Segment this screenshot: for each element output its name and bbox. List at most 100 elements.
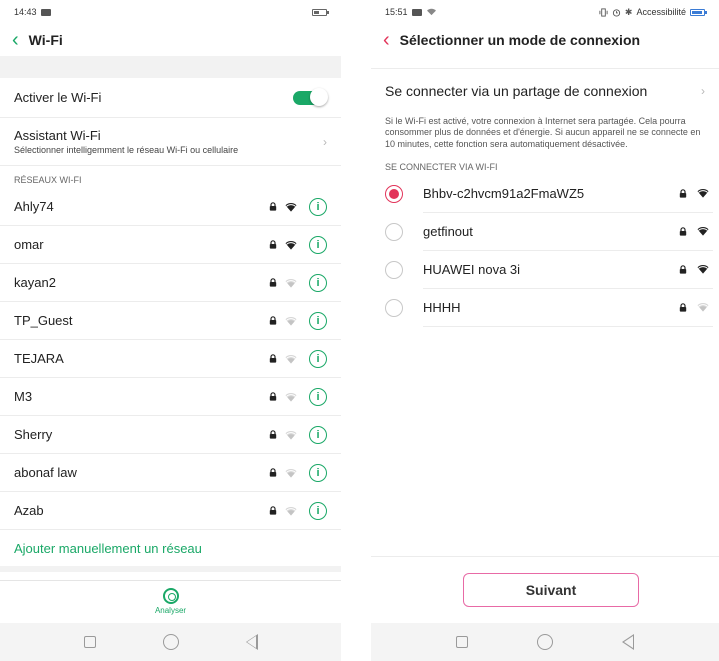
home-icon[interactable] [536,634,553,650]
wifi-signal-icon [697,227,709,236]
home-icon[interactable] [162,634,179,650]
wifi-signal-icon [697,189,709,198]
network-name: omar [14,237,44,252]
radio-row-content: HUAWEI nova 3i [423,251,713,289]
network-name: M3 [14,389,33,404]
wifi-network-row[interactable]: Ahly74 i [0,188,341,226]
recents-icon[interactable] [455,636,468,648]
wifi-signal-icon [697,265,709,274]
wifi-signal-icon [285,240,297,249]
vibrate-icon [599,7,608,17]
page-title: Wi-Fi [28,32,63,48]
network-icons: i [269,273,327,292]
wifi-network-row[interactable]: kayan2 i [0,264,341,302]
header: ‹ Wi-Fi [0,24,341,56]
system-nav-bar [371,623,719,661]
hotspot-description: Si le Wi-Fi est activé, votre connexion … [385,116,701,149]
wifi-radio-row[interactable]: Bhbv-c2hvcm91a2FmaWZ5 [371,175,719,213]
network-icons: i [269,387,327,406]
add-network-link[interactable]: Ajouter manuellement un réseau [0,530,341,566]
analyse-label: Analyser [154,606,187,615]
network-name: getfinout [423,223,473,239]
wifi-signal-icon [285,354,297,363]
network-icons [679,264,713,274]
info-icon[interactable]: i [309,349,327,368]
analyse-button[interactable]: Analyser [0,580,341,622]
wifi-network-row[interactable]: abonaf law i [0,454,341,492]
radio-button[interactable] [385,260,403,279]
radio-row-content: getfinout [423,213,713,251]
battery-icon [690,8,707,16]
hotspot-option-row[interactable]: Se connecter via un partage de connexion… [371,68,719,112]
section-header-networks: RÉSEAUX WI-FI [14,175,82,185]
network-name: kayan2 [14,275,56,290]
hotspot-label: Se connecter via un partage de connexion [385,82,648,99]
network-icons: i [269,463,327,482]
header: ‹ Sélectionner un mode de connexion [371,24,719,56]
lock-icon [269,430,277,439]
network-icons: i [269,501,327,520]
battery-icon [312,8,329,16]
radio-row-content: Bhbv-c2hvcm91a2FmaWZ5 [423,175,713,213]
page-title: Sélectionner un mode de connexion [399,32,641,48]
info-icon[interactable]: i [309,197,327,216]
info-icon[interactable]: i [309,235,327,254]
radio-button[interactable] [385,184,403,203]
footer-divider [371,556,719,557]
wifi-assistant-row[interactable]: Assistant Wi-Fi Sélectionner intelligemm… [0,118,341,166]
wifi-radio-row[interactable]: getfinout [371,213,719,251]
wifi-radio-row[interactable]: HUAWEI nova 3i [371,251,719,289]
accessibility-text: Accessibilité [636,7,686,17]
nav-back-icon[interactable] [622,634,635,650]
wifi-status-icon [426,8,436,16]
radio-button[interactable] [385,222,403,241]
network-icons: i [269,311,327,330]
nav-back-icon[interactable] [245,634,258,650]
notification-icon [40,8,51,16]
status-time: 15:51 [385,7,408,17]
wifi-network-row[interactable]: TP_Guest i [0,302,341,340]
wifi-toggle-switch[interactable] [293,87,328,106]
lock-icon [269,392,277,401]
lock-icon [269,354,277,363]
lock-icon [269,240,277,249]
analyse-icon [162,588,179,604]
lock-icon [679,264,687,274]
next-button[interactable]: Suivant [463,573,639,607]
wifi-toggle-row[interactable]: Activer le Wi-Fi [0,78,341,118]
system-nav-bar [0,623,341,661]
wifi-signal-icon [285,506,297,515]
info-icon[interactable]: i [309,273,327,292]
wifi-signal-icon [285,392,297,401]
wifi-network-row[interactable]: Azab i [0,492,341,530]
back-arrow-icon[interactable]: ‹ [383,30,390,50]
info-icon[interactable]: i [309,501,327,520]
network-name: Sherry [14,427,53,442]
recents-icon[interactable] [83,636,96,648]
info-icon[interactable]: i [309,311,327,330]
wifi-network-row[interactable]: TEJARA i [0,340,341,378]
network-name: TP_Guest [14,313,73,328]
network-icons [679,302,713,312]
wifi-signal-icon [285,278,297,287]
wifi-radio-row[interactable]: HHHH [371,289,719,327]
network-icons [679,226,713,236]
wifi-network-row[interactable]: omar i [0,226,341,264]
network-name: HHHH [423,299,461,315]
lock-icon [269,202,277,211]
info-icon[interactable]: i [309,425,327,444]
notification-icon [411,8,422,16]
back-arrow-icon[interactable]: ‹ [12,30,19,50]
network-icons: i [269,425,327,444]
lock-icon [679,188,687,198]
wifi-network-row[interactable]: M3 i [0,378,341,416]
bluetooth-icon: ✱ [624,6,633,17]
radio-button[interactable] [385,298,403,317]
wifi-signal-icon [697,303,709,312]
info-icon[interactable]: i [309,463,327,482]
network-icons: i [269,197,327,216]
wifi-network-row[interactable]: Sherry i [0,416,341,454]
network-icons [679,188,713,198]
alarm-icon [612,8,621,17]
info-icon[interactable]: i [309,387,327,406]
